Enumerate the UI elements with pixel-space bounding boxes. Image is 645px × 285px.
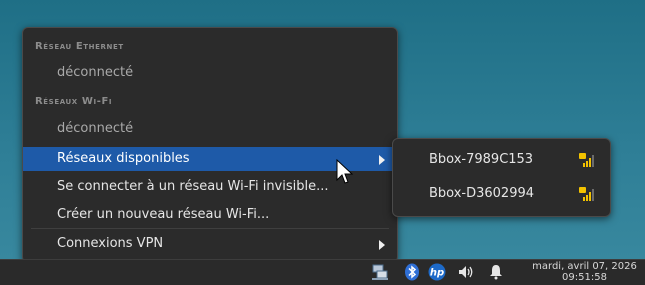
- network-icon[interactable]: [371, 263, 389, 281]
- clock-time: 09:51:58: [562, 272, 607, 283]
- network-ssid: Bbox-7989C153: [429, 152, 534, 167]
- hp-icon[interactable]: hp: [428, 263, 446, 281]
- mouse-pointer-icon: [336, 159, 354, 184]
- bluetooth-icon[interactable]: [403, 263, 421, 281]
- clock-date: mardi, avril 07, 2026: [532, 261, 637, 272]
- available-networks-submenu: Bbox-7989C153 Bbox-D3602994: [392, 138, 611, 217]
- menu-item-label: Réseaux disponibles: [57, 151, 190, 166]
- taskbar: hp mardi, avril 07, 2026 09:51:58: [0, 259, 645, 285]
- menu-item-label: Créer un nouveau réseau Wi-Fi...: [57, 207, 270, 222]
- volume-icon[interactable]: [457, 263, 475, 281]
- network-menu: Réseau Ethernet déconnecté Réseaux Wi-Fi…: [22, 27, 398, 263]
- network-item-bbox-7989c153[interactable]: Bbox-7989C153: [429, 150, 533, 170]
- wifi-section-header: Réseaux Wi-Fi: [35, 96, 113, 107]
- clock[interactable]: mardi, avril 07, 2026 09:51:58: [524, 261, 645, 283]
- wifi-locked-signal-icon: [579, 153, 594, 167]
- network-ssid: Bbox-D3602994: [429, 186, 535, 201]
- notification-bell-icon[interactable]: [487, 263, 505, 281]
- network-item-bbox-d3602994[interactable]: Bbox-D3602994: [429, 184, 534, 204]
- ethernet-section-header: Réseau Ethernet: [35, 41, 124, 52]
- menu-item-label: Se connecter à un réseau Wi-Fi invisible…: [57, 179, 329, 194]
- menu-item-label: Connexions VPN: [57, 236, 164, 251]
- wifi-locked-signal-icon: [579, 187, 594, 201]
- submenu-arrow-icon: [379, 155, 385, 165]
- ethernet-status: déconnecté: [57, 65, 134, 80]
- menu-item-vpn-connections[interactable]: Connexions VPN: [23, 232, 397, 256]
- submenu-arrow-icon: [379, 240, 385, 250]
- wifi-status: déconnecté: [57, 121, 134, 136]
- svg-text:hp: hp: [430, 268, 444, 279]
- menu-item-create-wifi[interactable]: Créer un nouveau réseau Wi-Fi...: [23, 203, 397, 227]
- menu-separator: [31, 228, 389, 229]
